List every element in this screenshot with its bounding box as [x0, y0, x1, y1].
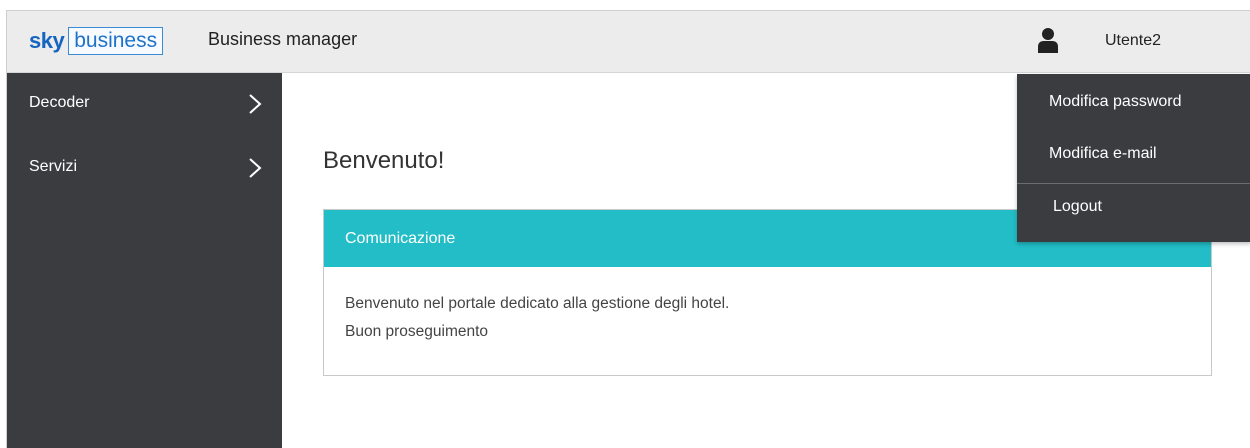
app-title: Business manager [208, 29, 358, 49]
user-name: Utente2 [1105, 32, 1162, 49]
menu-item-label: Logout [1053, 198, 1102, 215]
user-menu-toggle[interactable]: Utente2 [1011, 11, 1250, 73]
sidebar: Decoder Servizi [7, 73, 282, 448]
sidebar-item-label: Decoder [29, 94, 90, 111]
sidebar-item-servizi[interactable]: Servizi [7, 149, 282, 189]
menu-item-change-email[interactable]: Modifica e-mail [1017, 131, 1250, 183]
sidebar-item-decoder[interactable]: Decoder [7, 85, 282, 125]
menu-item-label: Modifica e-mail [1049, 145, 1157, 162]
panel-body: Benvenuto nel portale dedicato alla gest… [345, 290, 729, 346]
chevron-right-icon [249, 158, 262, 178]
sky-business-logo[interactable]: sky business [29, 26, 164, 55]
menu-item-change-password[interactable]: Modifica password [1017, 79, 1250, 131]
panel-message-line: Benvenuto nel portale dedicato alla gest… [345, 295, 730, 312]
logo-business-text: business [68, 26, 164, 55]
user-dropdown-menu: Modifica password Modifica e-mail Logout [1017, 74, 1250, 242]
sidebar-item-label: Servizi [29, 158, 78, 175]
chevron-right-icon [249, 94, 262, 114]
logo-sky-text: sky [29, 27, 65, 53]
page-title: Benvenuto! [323, 147, 445, 174]
app-window: sky business Business manager Utente2 De… [6, 10, 1250, 448]
menu-item-label: Modifica password [1049, 93, 1182, 110]
user-icon [1038, 28, 1058, 53]
panel-message-line: Buon proseguimento [345, 323, 489, 340]
menu-item-logout[interactable]: Logout [1017, 184, 1250, 236]
top-bar: sky business Business manager Utente2 [7, 11, 1250, 73]
panel-title: Comunicazione [345, 230, 456, 247]
